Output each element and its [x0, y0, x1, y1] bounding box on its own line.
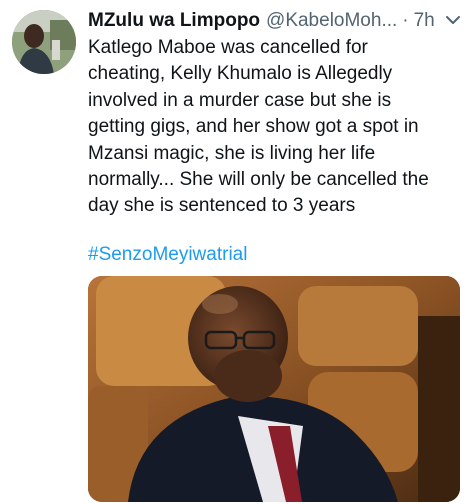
tweet-image[interactable] — [88, 276, 460, 502]
hashtag-link[interactable]: #SenzoMeyiwatrial — [88, 242, 247, 268]
tweet-text-line: Katlego Maboe was cancelled for — [88, 37, 368, 58]
author-display-name[interactable]: MZulu wa Limpopo — [88, 10, 260, 32]
chevron-down-icon[interactable] — [443, 10, 463, 30]
author-handle[interactable]: @KabeloMoh... — [266, 10, 397, 32]
separator-dot: · — [402, 10, 409, 31]
tweet-header: MZulu wa Limpopo @KabeloMoh... · 7h — [88, 8, 463, 34]
tweet-text-line: day she is sentenced to 3 years — [88, 195, 356, 217]
tweet-text-line: cheating, Kelly Khumalo is Allegedly — [88, 63, 393, 85]
avatar[interactable] — [12, 10, 76, 74]
tweet-text: Katlego Maboe was cancelled for cheating… — [88, 35, 468, 220]
tweet-text-line: normally... She will only be cancelled t… — [88, 169, 429, 191]
tweet-text-line: involved in a murder case but she is — [88, 89, 392, 111]
tweet-card[interactable]: MZulu wa Limpopo @KabeloMoh... · 7h Katl… — [0, 0, 473, 504]
tweet-text-line: Mzansi magic, she is living her life — [88, 142, 376, 164]
tweet-text-line: getting gigs, and her show got a spot in — [88, 116, 419, 138]
tweet-timestamp[interactable]: 7h — [414, 10, 435, 32]
